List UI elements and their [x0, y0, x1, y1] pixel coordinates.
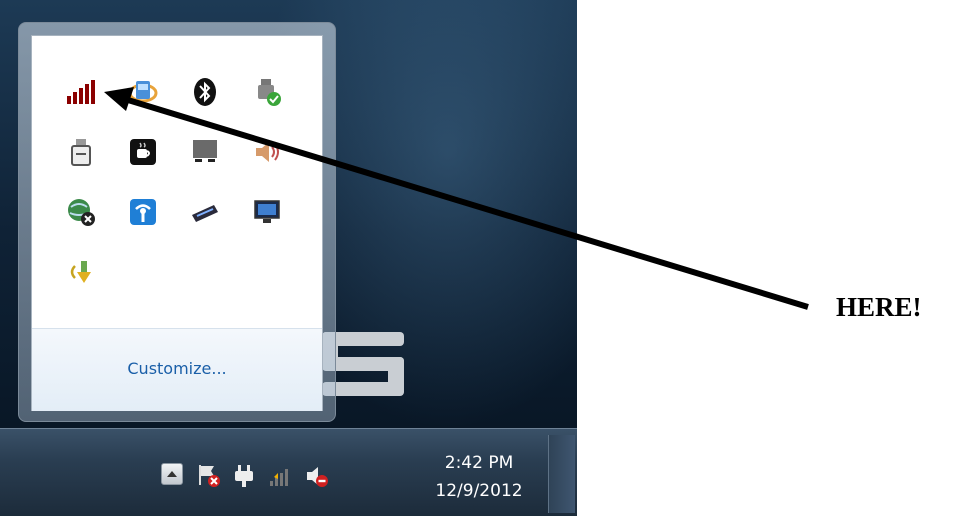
- annotation-label: HERE!: [836, 292, 922, 322]
- annotation-arrow: [104, 87, 809, 310]
